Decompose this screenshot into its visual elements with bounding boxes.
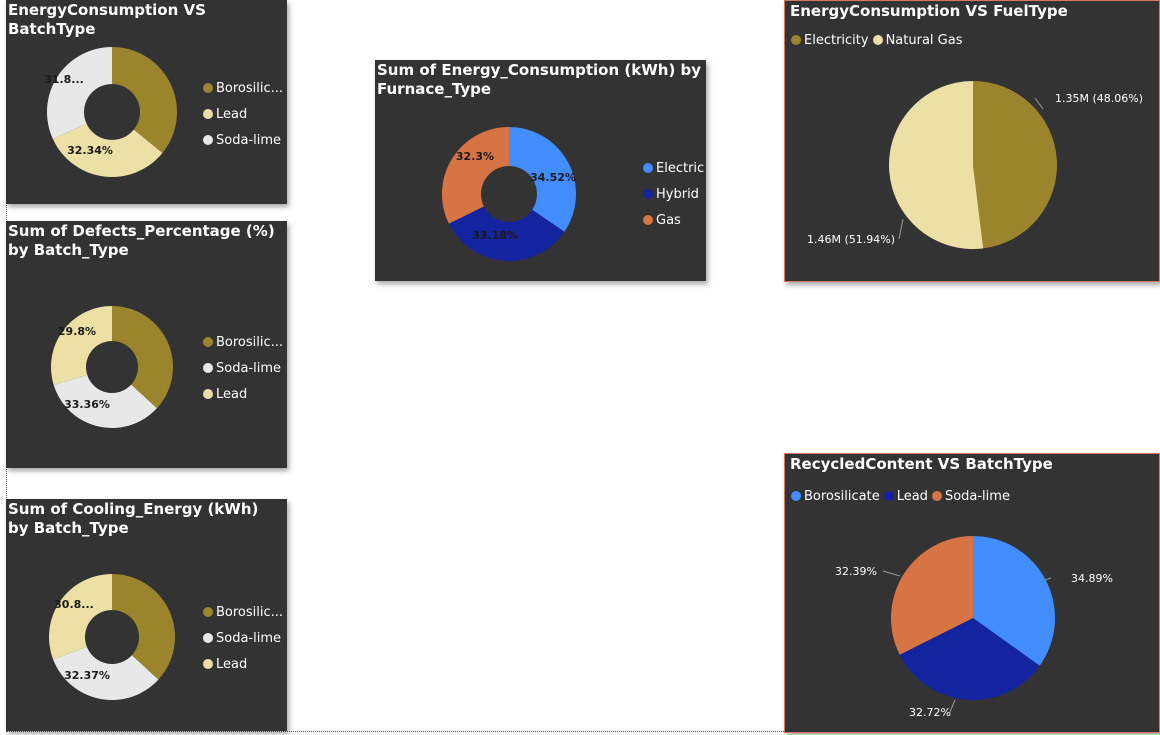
legend-label: Borosilic... <box>216 604 284 620</box>
legend-item-electricity[interactable]: Electricity <box>791 31 869 49</box>
legend-item-borosilic[interactable]: Borosilic... <box>203 75 283 101</box>
legend-marker <box>643 215 653 225</box>
legend-label: Lead <box>216 106 248 122</box>
energy-vs-batchtype-visual[interactable]: EnergyConsumption VS BatchType 32.34% 31.… <box>6 0 287 204</box>
legend-marker <box>203 337 213 347</box>
legend-label: Electric <box>656 160 705 176</box>
chart-legend: Borosilic... Soda-lime Lead <box>203 329 283 407</box>
leader-line <box>898 218 904 240</box>
slice-gas[interactable] <box>442 127 509 224</box>
legend-item-soda-lime[interactable]: Soda-lime <box>203 355 283 381</box>
legend-marker <box>883 491 894 501</box>
legend-label: Lead <box>896 488 928 504</box>
legend-marker <box>791 491 801 501</box>
legend-marker <box>203 659 213 669</box>
leader-line <box>1044 577 1052 581</box>
legend-item-soda-lime[interactable]: Soda-lime <box>203 127 283 153</box>
data-label: 32.34% <box>67 144 113 157</box>
cooling-energy-by-batchtype-visual[interactable]: Sum of Cooling_Energy (kWh) by Batch_Typ… <box>6 499 287 731</box>
data-label: 34.89% <box>1071 572 1113 585</box>
energy-by-furnacetype-visual[interactable]: Sum of Energy_Consumption (kWh) by Furna… <box>375 60 706 281</box>
chart-legend: Borosilic... Lead Soda-lime <box>203 75 283 153</box>
legend-marker <box>643 189 653 199</box>
legend-label: Soda-lime <box>216 630 281 646</box>
legend-label: Natural Gas <box>885 32 963 48</box>
legend-item-borosilicate[interactable]: Borosilicate <box>791 487 880 505</box>
data-label: 33.36% <box>64 398 110 411</box>
legend-label: Soda-lime <box>216 132 281 148</box>
slice-borosilic[interactable] <box>112 47 177 153</box>
data-label: 32.72% <box>909 706 951 719</box>
legend-item-soda-lime[interactable]: Soda-lime <box>931 487 1010 505</box>
legend-item-lead[interactable]: Lead <box>203 381 283 407</box>
legend-marker <box>203 633 213 643</box>
legend-item-lead[interactable]: Lead <box>203 651 283 677</box>
legend-marker <box>203 83 213 93</box>
legend-marker <box>203 135 213 145</box>
leader-line <box>1034 97 1044 110</box>
data-label: 33.18% <box>472 229 518 242</box>
legend-marker <box>203 389 213 399</box>
legend-label: Lead <box>216 386 248 402</box>
legend-item-lead[interactable]: Lead <box>203 101 283 127</box>
legend-item-borosilic[interactable]: Borosilic... <box>203 599 283 625</box>
recycled-vs-batchtype-visual[interactable]: RecycledContent VS BatchType 34.89% 32.72… <box>784 453 1160 733</box>
legend-label: Soda-lime <box>944 488 1010 504</box>
legend-label: Electricity <box>804 32 869 48</box>
legend-marker <box>203 607 213 617</box>
legend-marker <box>872 35 883 45</box>
data-label: 31.8... <box>44 73 84 86</box>
chart-legend: Borosilicate Lead Soda-lime <box>791 487 1014 505</box>
legend-label: Soda-lime <box>216 360 281 376</box>
legend-label: Lead <box>216 656 248 672</box>
slice-soda-lime[interactable] <box>46 46 112 139</box>
legend-item-soda-lime[interactable]: Soda-lime <box>203 625 283 651</box>
legend-marker <box>931 491 942 501</box>
slice-lead[interactable] <box>49 574 112 660</box>
legend-item-borosilic[interactable]: Borosilic... <box>203 329 283 355</box>
leader-line <box>882 570 901 577</box>
data-label: 32.3% <box>456 150 494 163</box>
legend-marker <box>643 163 653 173</box>
defects-by-batchtype-visual[interactable]: Sum of Defects_Percentage (%) by Batch_T… <box>6 221 287 468</box>
data-label: 29.8% <box>58 325 96 338</box>
legend-item-electric[interactable]: Electric <box>643 155 704 181</box>
chart-legend: Electric Hybrid Gas <box>643 155 704 233</box>
data-label: 34.52% <box>530 171 576 184</box>
legend-marker <box>203 109 213 119</box>
data-label: 1.46M (51.94%) <box>807 233 895 246</box>
chart-legend: Borosilic... Soda-lime Lead <box>203 599 283 677</box>
slice-natural-gas[interactable] <box>889 81 984 249</box>
data-label: 32.37% <box>64 669 110 682</box>
legend-label: Borosilic... <box>216 80 284 96</box>
legend-label: Borosilicate <box>804 488 880 504</box>
slice-lead[interactable] <box>51 306 112 386</box>
energy-vs-fueltype-visual[interactable]: EnergyConsumption VS FuelType 1.35M (48.… <box>784 0 1160 282</box>
slice-electricity[interactable] <box>973 81 1058 249</box>
data-label: 32.39% <box>835 565 877 578</box>
legend-item-natural-gas[interactable]: Natural Gas <box>872 31 963 49</box>
legend-item-gas[interactable]: Gas <box>643 207 704 233</box>
legend-marker <box>203 363 213 373</box>
chart-legend: Electricity Natural Gas <box>791 31 966 49</box>
data-label: 30.8... <box>54 598 94 611</box>
legend-label: Gas <box>656 212 681 228</box>
legend-label: Borosilic... <box>216 334 284 350</box>
legend-item-lead[interactable]: Lead <box>883 487 928 505</box>
legend-marker <box>791 35 801 45</box>
legend-label: Hybrid <box>656 186 699 202</box>
legend-item-hybrid[interactable]: Hybrid <box>643 181 704 207</box>
data-label: 1.35M (48.06%) <box>1055 92 1143 105</box>
